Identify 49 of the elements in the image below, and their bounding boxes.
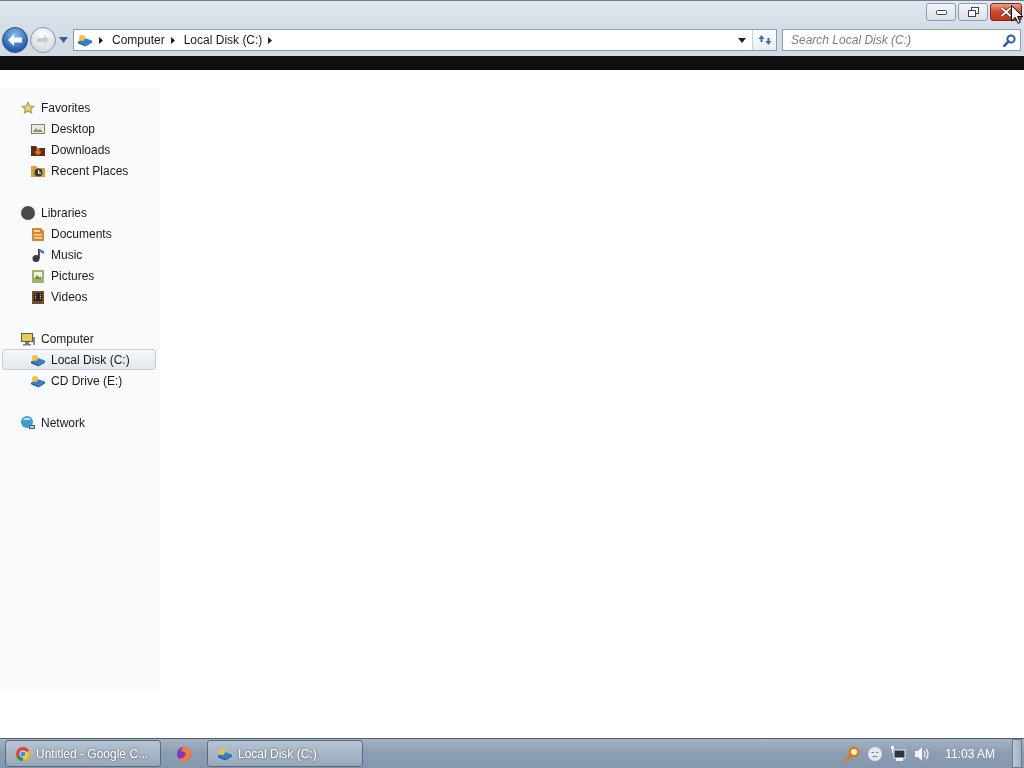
left-arrow-icon [8, 34, 22, 46]
caret-icon[interactable] [738, 37, 746, 43]
sidebar-item[interactable]: Music [2, 244, 156, 265]
right-arrow-icon [37, 35, 49, 45]
sidebar-item[interactable]: Libraries [2, 202, 156, 223]
music-note-icon [30, 246, 46, 263]
segmented-circle-icon [15, 745, 31, 762]
star-icon [20, 99, 36, 116]
picture-folder-icon [30, 267, 46, 284]
search-field[interactable]: Search Local Disk (C:) [782, 29, 1021, 51]
sidebar-item[interactable]: Favorites [2, 97, 156, 118]
chevron-icon[interactable] [170, 36, 175, 44]
swirl-circle-icon [176, 745, 192, 762]
show-desktop-button[interactable] [1012, 739, 1022, 768]
chevron-icon[interactable] [268, 36, 273, 44]
network-icon [20, 414, 36, 431]
network-icon[interactable] [890, 745, 907, 762]
sidebar-item[interactable]: Documents [2, 223, 156, 244]
restore-icon [967, 7, 979, 17]
sidebar-item[interactable]: CD Drive (E:) [2, 370, 156, 391]
sidebar-item[interactable]: Network [2, 412, 156, 433]
sidebar-item[interactable]: Local Disk (C:) [2, 349, 156, 370]
document-folder-icon [30, 225, 46, 242]
search-icon[interactable] [1003, 34, 1016, 47]
speaker-icon[interactable] [914, 745, 931, 762]
restore-button[interactable] [958, 3, 988, 21]
sidebar-item[interactable]: Recent Places [2, 160, 156, 181]
sidebar-item[interactable]: Pictures [2, 265, 156, 286]
address-bar[interactable]: Computer Local Disk (C:) [73, 29, 777, 51]
minimize-button[interactable] [926, 3, 956, 21]
chevron-icon[interactable] [99, 36, 103, 44]
minimize-icon [935, 9, 947, 15]
close-icon [1000, 7, 1012, 17]
drive-icon [77, 32, 93, 48]
magnifier-icon[interactable] [844, 745, 861, 762]
refresh-icon [757, 34, 772, 46]
sidebar-item[interactable]: Computer [2, 328, 156, 349]
sidebar-item[interactable]: Downloads [2, 139, 156, 160]
mouse-pointer-icon [1011, 5, 1023, 24]
sidebar-item[interactable]: Videos [2, 286, 156, 307]
back-button[interactable] [2, 27, 28, 53]
breadcrumb[interactable]: Local Disk (C:) [178, 30, 269, 50]
disc-icon [20, 204, 36, 221]
sidebar-item[interactable]: Desktop [2, 118, 156, 139]
computer-icon [20, 330, 36, 347]
film-folder-icon [30, 288, 46, 305]
breadcrumb[interactable]: Computer [107, 30, 171, 50]
face-icon[interactable] [868, 746, 883, 761]
refresh-button[interactable] [752, 30, 776, 50]
